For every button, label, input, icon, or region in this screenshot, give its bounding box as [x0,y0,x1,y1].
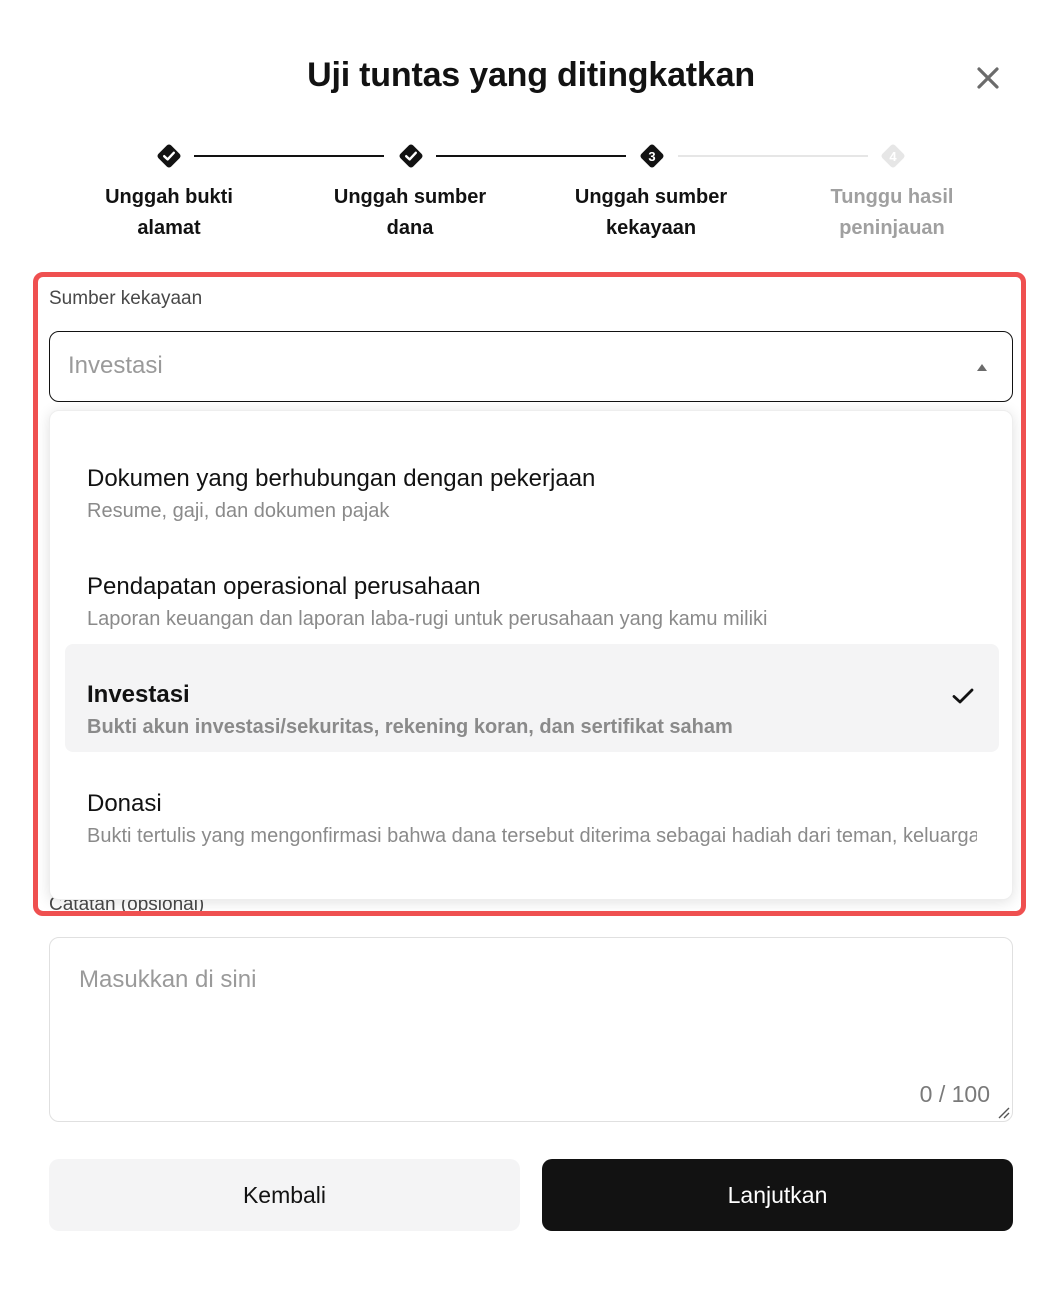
step-label-await-review: Tunggu hasil peninjauan [830,186,954,239]
wealth-source-select[interactable]: Investasi [49,331,1013,402]
caret-up-icon [977,364,987,371]
option-employment-documents[interactable]: Dokumen yang berhubungan dengan pekerjaa… [65,428,999,536]
modal-title: Uji tuntas yang ditingkatkan [307,56,755,94]
resize-handle-icon[interactable] [996,1105,1010,1119]
option-title: Dokumen yang berhubungan dengan pekerjaa… [87,465,596,492]
character-counter: 0 / 100 [919,1081,990,1107]
option-investment[interactable]: Investasi Bukti akun investasi/sekuritas… [65,644,999,752]
wealth-source-dropdown: Dokumen yang berhubungan dengan pekerjaa… [49,410,1013,900]
option-description: Bukti akun investasi/sekuritas, rekening… [87,716,733,738]
step-number: 3 [648,149,655,164]
step-number: 4 [889,149,897,164]
stepper-connector [436,155,626,157]
step-pending-marker: 4 [879,142,907,170]
step-done-icon [155,142,183,170]
step-current-marker: 3 [638,142,666,170]
select-value: Investasi [68,352,163,379]
option-title: Donasi [87,790,162,817]
step-label-source-of-wealth: Unggah sumber kekayaan [574,186,728,239]
close-button[interactable] [968,58,1008,98]
step-done-icon [397,142,425,170]
option-description: Bukti tertulis yang mengonfirmasi bahwa … [87,825,977,847]
option-title: Pendapatan operasional perusahaan [87,573,481,600]
notes-field: 0 / 100 [49,937,1013,1122]
stepper-connector [194,155,384,157]
close-icon [977,67,999,89]
enhanced-due-diligence-modal: Uji tuntas yang ditingkatkan 3 4 Unggah … [0,0,1062,1296]
option-description: Resume, gaji, dan dokumen pajak [87,500,390,522]
option-description: Laporan keuangan dan laporan laba-rugi u… [87,608,768,630]
option-title: Investasi [87,681,190,708]
notes-textarea[interactable] [50,938,1012,1121]
option-donation[interactable]: Donasi Bukti tertulis yang mengonfirmasi… [65,753,999,861]
option-business-income[interactable]: Pendapatan operasional perusahaan Lapora… [65,536,999,644]
step-label-address-proof: Unggah bukti alamat [105,186,233,239]
wealth-source-label: Sumber kekayaan [49,288,203,309]
step-label-source-of-funds: Unggah sumber dana [333,186,487,239]
continue-button[interactable]: Lanjutkan [542,1159,1013,1231]
stepper-connector [678,155,868,157]
back-button[interactable]: Kembali [49,1159,520,1231]
check-icon [952,688,974,704]
